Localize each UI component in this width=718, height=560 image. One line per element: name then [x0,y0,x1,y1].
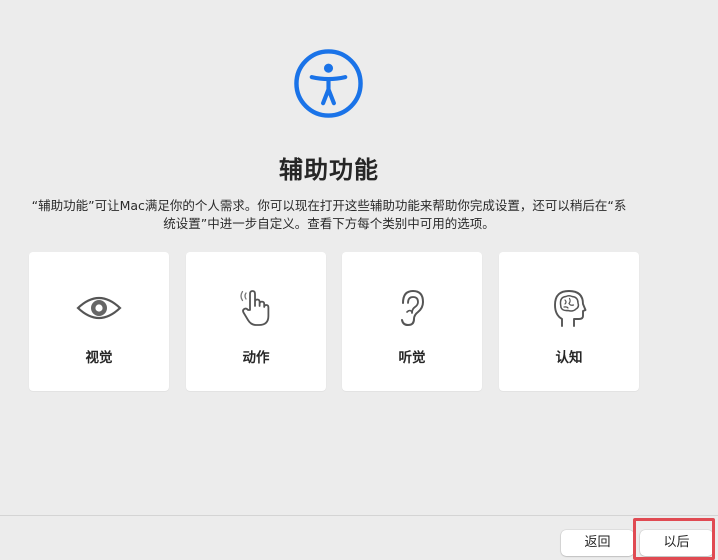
category-label: 认知 [555,350,583,366]
footer-divider [0,515,718,516]
category-label: 动作 [242,350,270,366]
later-button[interactable]: 以后 [640,530,713,556]
category-card-cognitive[interactable]: 认知 [499,252,639,391]
description-line-1: “辅助功能”可让Mac满足你的个人需求。你可以现在打开这些辅助功能来帮助你完成设… [31,198,627,213]
category-label: 视觉 [85,350,113,366]
page-title: 辅助功能 [279,156,379,184]
hand-pointer-icon [232,288,280,328]
brain-head-icon [545,288,593,328]
description-line-2: 统设置”中进一步自定义。查看下方每个类别中可用的选项。 [163,216,495,231]
back-button[interactable]: 返回 [561,530,634,556]
page-description: “辅助功能”可让Mac满足你的个人需求。你可以现在打开这些辅助功能来帮助你完成设… [14,197,644,233]
category-label: 听觉 [398,350,426,366]
category-card-vision[interactable]: 视觉 [29,252,169,391]
accessibility-icon [294,49,363,118]
eye-icon [75,288,123,328]
ear-icon [388,288,436,328]
setup-assistant-window: 辅助功能 “辅助功能”可让Mac满足你的个人需求。你可以现在打开这些辅助功能来帮… [0,0,718,560]
category-card-motor[interactable]: 动作 [186,252,326,391]
category-card-hearing[interactable]: 听觉 [342,252,482,391]
